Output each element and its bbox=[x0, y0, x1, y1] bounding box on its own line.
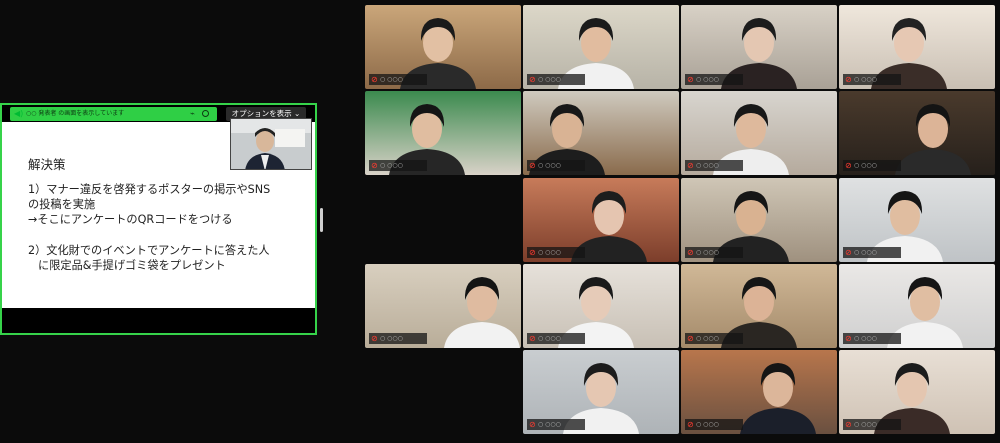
participant-name: ○ ○○○ bbox=[696, 421, 719, 428]
slide-line: →そこにアンケートのQRコードをつける bbox=[28, 213, 233, 226]
presenter-self-view[interactable] bbox=[230, 118, 312, 170]
mic-muted-icon: ⊘ bbox=[371, 334, 378, 343]
mic-muted-icon: ⌁ bbox=[190, 109, 195, 118]
panel-resize-handle[interactable] bbox=[320, 208, 323, 232]
mic-muted-icon: ⊘ bbox=[529, 334, 536, 343]
participant-name-tag: ⊘ ○ ○○○ bbox=[527, 333, 585, 344]
mic-muted-icon: ⊘ bbox=[529, 248, 536, 257]
participant-name: ○ ○○○ bbox=[380, 335, 403, 342]
participant-name: ○ ○○○ bbox=[538, 421, 561, 428]
participant-video-tile[interactable]: ⊘ ○ ○○○ bbox=[681, 264, 837, 348]
participant-video-tile[interactable]: ⊘ ○ ○○○ bbox=[365, 264, 521, 348]
participant-name-tag: ⊘ ○ ○○○ bbox=[527, 419, 585, 430]
participant-name: ○ ○○○ bbox=[854, 249, 877, 256]
participant-name-tag: ⊘ ○ ○○○ bbox=[369, 333, 427, 344]
screen-share-status-text: ○○ 発表者 の画面を表示しています bbox=[26, 110, 125, 117]
participant-name: ○ ○○○ bbox=[696, 335, 719, 342]
mic-muted-icon: ⊘ bbox=[371, 161, 378, 170]
participant-video-tile[interactable]: ⊘ ○ ○○○ bbox=[523, 91, 679, 175]
participant-name-tag: ⊘ ○ ○○○ bbox=[685, 160, 743, 171]
participant-name: ○ ○○○ bbox=[854, 76, 877, 83]
participant-name: ○ ○○○ bbox=[538, 249, 561, 256]
mic-muted-icon: ⊘ bbox=[529, 161, 536, 170]
slide-line: に限定品&手提げゴミ袋をプレゼント bbox=[38, 259, 226, 272]
participant-name: ○ ○○○ bbox=[380, 162, 403, 169]
speaker-icon: ◀) bbox=[14, 109, 24, 118]
slide-line: 1）マナー違反を啓発するポスターの掲示やSNS bbox=[28, 183, 271, 196]
participant-video-tile[interactable]: ⊘ ○ ○○○ bbox=[839, 350, 995, 434]
participant-video-tile[interactable]: ⊘ ○ ○○○ bbox=[681, 178, 837, 262]
participant-name-tag: ⊘ ○ ○○○ bbox=[843, 247, 901, 258]
participant-video-tile[interactable]: ⊘ ○ ○○○ bbox=[681, 5, 837, 89]
participant-name: ○ ○○○ bbox=[538, 162, 561, 169]
participant-video-tile[interactable]: ⊘ ○ ○○○ bbox=[523, 264, 679, 348]
participant-name-tag: ⊘ ○ ○○○ bbox=[369, 74, 427, 85]
participant-video-tile[interactable]: ⊘ ○ ○○○ bbox=[839, 178, 995, 262]
mic-muted-icon: ⊘ bbox=[687, 334, 694, 343]
participant-video-tile[interactable]: ⊘ ○ ○○○ bbox=[523, 5, 679, 89]
participant-name-tag: ⊘ ○ ○○○ bbox=[685, 247, 743, 258]
participant-name-tag: ⊘ ○ ○○○ bbox=[843, 333, 901, 344]
participant-name: ○ ○○○ bbox=[854, 162, 877, 169]
chevron-down-icon: ⌄ bbox=[294, 109, 301, 118]
participant-video-tile[interactable]: ⊘ ○ ○○○ bbox=[681, 91, 837, 175]
slide-line: の投稿を実施 bbox=[28, 198, 96, 211]
participant-video-tile[interactable]: ⊘ ○ ○○○ bbox=[365, 5, 521, 89]
participant-name: ○ ○○○ bbox=[380, 76, 403, 83]
mic-muted-icon: ⊘ bbox=[687, 75, 694, 84]
participant-name-tag: ⊘ ○ ○○○ bbox=[685, 74, 743, 85]
participant-name-tag: ⊘ ○ ○○○ bbox=[685, 419, 743, 430]
mic-muted-icon: ⊘ bbox=[529, 75, 536, 84]
mic-muted-icon: ⊘ bbox=[845, 334, 852, 343]
mic-muted-icon: ⊘ bbox=[371, 75, 378, 84]
participant-name-tag: ⊘ ○ ○○○ bbox=[527, 247, 585, 258]
participant-name-tag: ⊘ ○ ○○○ bbox=[843, 160, 901, 171]
participant-video-tile[interactable]: ⊘ ○ ○○○ bbox=[365, 91, 521, 175]
participant-video-tile[interactable]: ⊘ ○ ○○○ bbox=[681, 350, 837, 434]
mic-muted-icon: ⊘ bbox=[845, 248, 852, 257]
participant-name: ○ ○○○ bbox=[696, 162, 719, 169]
participant-name: ○ ○○○ bbox=[538, 335, 561, 342]
mic-muted-icon: ⊘ bbox=[687, 420, 694, 429]
participant-name: ○ ○○○ bbox=[696, 76, 719, 83]
participant-video-tile[interactable]: ⊘ ○ ○○○ bbox=[839, 91, 995, 175]
participant-name-tag: ⊘ ○ ○○○ bbox=[685, 333, 743, 344]
participant-name-tag: ⊘ ○ ○○○ bbox=[527, 160, 585, 171]
mic-muted-icon: ⊘ bbox=[845, 75, 852, 84]
mic-muted-icon: ⊘ bbox=[845, 161, 852, 170]
mic-muted-icon: ⊘ bbox=[845, 420, 852, 429]
view-options-label: オプションを表示 bbox=[231, 109, 292, 118]
slide-title: 解決策 bbox=[28, 157, 66, 172]
participant-name: ○ ○○○ bbox=[854, 335, 877, 342]
participant-name: ○ ○○○ bbox=[538, 76, 561, 83]
participant-video-tile[interactable]: ⊘ ○ ○○○ bbox=[523, 350, 679, 434]
screen-share-status-bar[interactable]: ◀) ○○ 発表者 の画面を表示しています ⌁ bbox=[10, 107, 217, 121]
participant-video-tile[interactable]: ⊘ ○ ○○○ bbox=[839, 264, 995, 348]
participant-name-tag: ⊘ ○ ○○○ bbox=[843, 74, 901, 85]
participant-name-tag: ⊘ ○ ○○○ bbox=[369, 160, 427, 171]
mic-muted-icon: ⊘ bbox=[687, 161, 694, 170]
slide-line: 2）文化財でのイベントでアンケートに答えた人 bbox=[28, 244, 270, 257]
mic-muted-icon: ⊘ bbox=[687, 248, 694, 257]
participant-video-tile[interactable]: ⊘ ○ ○○○ bbox=[523, 178, 679, 262]
record-icon bbox=[202, 110, 209, 117]
participant-name: ○ ○○○ bbox=[696, 249, 719, 256]
participant-name-tag: ⊘ ○ ○○○ bbox=[527, 74, 585, 85]
mic-muted-icon: ⊘ bbox=[529, 420, 536, 429]
participant-name-tag: ⊘ ○ ○○○ bbox=[843, 419, 901, 430]
participant-video-tile[interactable]: ⊘ ○ ○○○ bbox=[839, 5, 995, 89]
zoom-meeting-window: ◀) ○○ 発表者 の画面を表示しています ⌁ オプションを表示 ⌄ 解決策 1… bbox=[0, 0, 1000, 443]
participant-name: ○ ○○○ bbox=[854, 421, 877, 428]
